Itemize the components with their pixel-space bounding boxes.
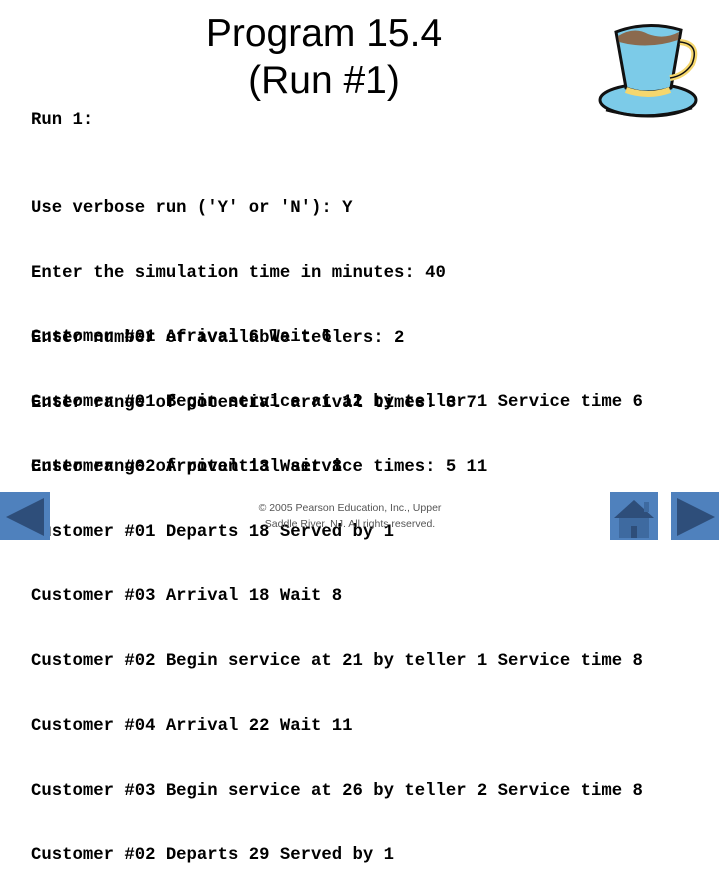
copyright-footer: © 2005 Pearson Education, Inc., Upper Sa…: [230, 500, 470, 532]
log-line: Customer #01 Arrival 6 Wait 6: [31, 328, 332, 348]
prompt-line: Use verbose run ('Y' or 'N'): Y: [31, 199, 353, 219]
previous-slide-button[interactable]: [0, 492, 50, 540]
log-line: Customer #03 Arrival 18 Wait 8: [31, 587, 343, 607]
log-line: Customer #03 Begin service at 26 by tell…: [31, 781, 643, 801]
title-line-1: Program 15.4: [205, 12, 443, 55]
coffee-cup-icon: [598, 23, 698, 118]
log-line: Customer #04 Arrival 22 Wait 11: [31, 716, 353, 736]
home-button[interactable]: [610, 492, 658, 540]
log-line: Customer #02 Arrival 13 Wait 8: [31, 457, 343, 477]
log-line: Customer #01 Begin service at 12 by tell…: [31, 392, 643, 412]
slide-title: Program 15.4 (Run #1): [180, 10, 468, 104]
simulation-log: Customer #01 Arrival 6 Wait 6 Customer #…: [31, 284, 643, 889]
title-line-2: (Run #1): [248, 59, 400, 102]
prompt-line: Enter the simulation time in minutes: 40: [31, 263, 446, 283]
footer-line-1: © 2005 Pearson Education, Inc., Upper: [258, 502, 442, 514]
log-line: Customer #02 Departs 29 Served by 1: [31, 846, 394, 866]
log-line: Customer #02 Begin service at 21 by tell…: [31, 652, 643, 672]
left-triangle-icon: [6, 498, 44, 536]
footer-line-2: Saddle River, NJ. All rights reserved.: [264, 518, 436, 530]
home-icon: [614, 500, 654, 538]
run-label: Run 1:: [31, 111, 94, 130]
next-slide-button[interactable]: [671, 492, 719, 540]
right-triangle-icon: [677, 498, 715, 536]
